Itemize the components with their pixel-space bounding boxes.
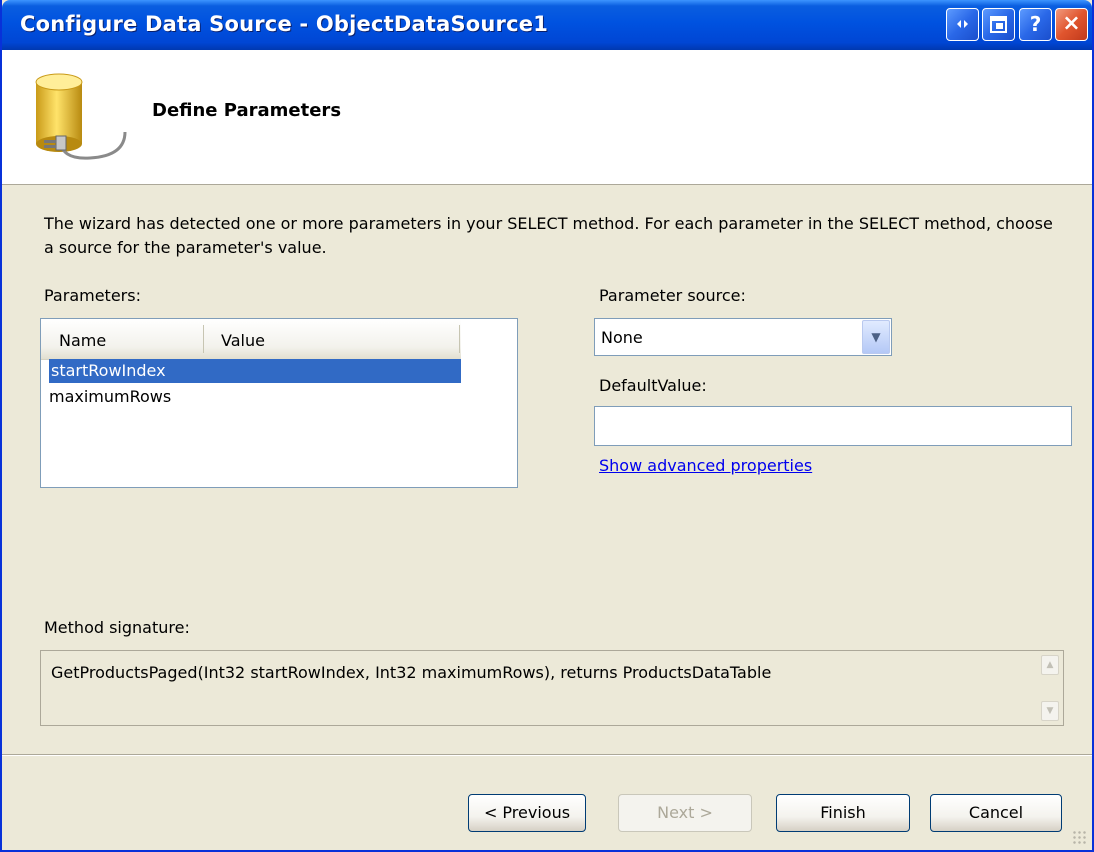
vertical-scrollbar[interactable]: ▲ ▼ bbox=[1041, 655, 1059, 721]
list-item[interactable]: startRowIndex bbox=[49, 359, 461, 383]
next-button[interactable]: Next > bbox=[618, 794, 752, 832]
parameters-label: Parameters: bbox=[44, 286, 141, 305]
parameter-source-select[interactable]: None ▼ bbox=[594, 318, 892, 356]
window-title: Configure Data Source - ObjectDataSource… bbox=[20, 12, 549, 36]
footer-divider bbox=[2, 754, 1092, 756]
default-value-input[interactable] bbox=[594, 406, 1072, 446]
parameter-source-label: Parameter source: bbox=[599, 286, 746, 305]
description-text: The wizard has detected one or more para… bbox=[44, 214, 1053, 257]
resize-grip-icon[interactable] bbox=[1072, 830, 1086, 844]
method-signature-box[interactable]: GetProductsPaged(Int32 startRowIndex, In… bbox=[40, 650, 1064, 726]
column-header-value[interactable]: Value bbox=[221, 331, 265, 350]
scroll-down-icon[interactable]: ▼ bbox=[1041, 701, 1059, 721]
method-signature-text: GetProductsPaged(Int32 startRowIndex, In… bbox=[51, 663, 772, 682]
cancel-button[interactable]: Cancel bbox=[930, 794, 1062, 832]
method-signature-label: Method signature: bbox=[44, 618, 190, 637]
list-header: Name Value bbox=[41, 319, 461, 360]
close-button[interactable]: × bbox=[1055, 8, 1088, 41]
chevron-down-icon[interactable]: ▼ bbox=[862, 320, 890, 354]
column-header-name[interactable]: Name bbox=[59, 331, 106, 350]
parameter-source-value: None bbox=[601, 328, 643, 347]
database-plug-icon bbox=[35, 73, 127, 160]
default-value-label: DefaultValue: bbox=[599, 376, 707, 395]
help-button[interactable]: ? bbox=[1019, 8, 1052, 41]
restore-icon[interactable] bbox=[946, 8, 979, 41]
show-advanced-properties-link[interactable]: Show advanced properties bbox=[599, 456, 812, 475]
page-title: Define Parameters bbox=[152, 100, 342, 121]
maximize-icon[interactable] bbox=[982, 8, 1015, 41]
parameters-list[interactable]: Name Value startRowIndex maximumRows bbox=[40, 318, 518, 488]
list-item[interactable]: maximumRows bbox=[49, 385, 171, 409]
finish-button[interactable]: Finish bbox=[776, 794, 910, 832]
scroll-up-icon[interactable]: ▲ bbox=[1041, 655, 1059, 675]
previous-button[interactable]: < Previous bbox=[468, 794, 586, 832]
dialog-window: Configure Data Source - ObjectDataSource… bbox=[0, 0, 1094, 852]
wizard-header: Define Parameters bbox=[2, 50, 1092, 185]
title-bar[interactable]: Configure Data Source - ObjectDataSource… bbox=[2, 0, 1092, 50]
